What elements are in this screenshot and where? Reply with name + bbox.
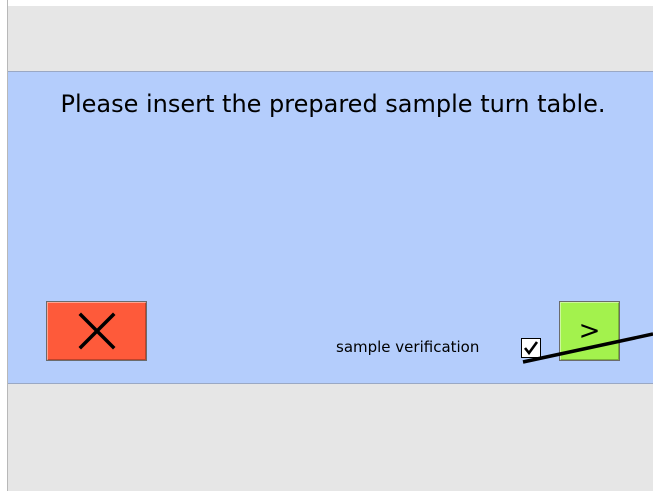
next-button[interactable]: > (559, 301, 620, 361)
sample-verification-label: sample verification (336, 338, 480, 356)
x-mark-icon (47, 302, 146, 360)
instruction-message: Please insert the prepared sample turn t… (60, 90, 606, 118)
checkmark-icon (523, 341, 539, 356)
dialog-panel: Please insert the prepared sample turn t… (8, 71, 653, 384)
left-border (0, 0, 8, 493)
next-arrow-icon: > (578, 316, 601, 346)
sample-verification-checkbox[interactable] (521, 338, 541, 358)
cancel-button[interactable] (46, 301, 147, 361)
top-border (0, 0, 653, 6)
